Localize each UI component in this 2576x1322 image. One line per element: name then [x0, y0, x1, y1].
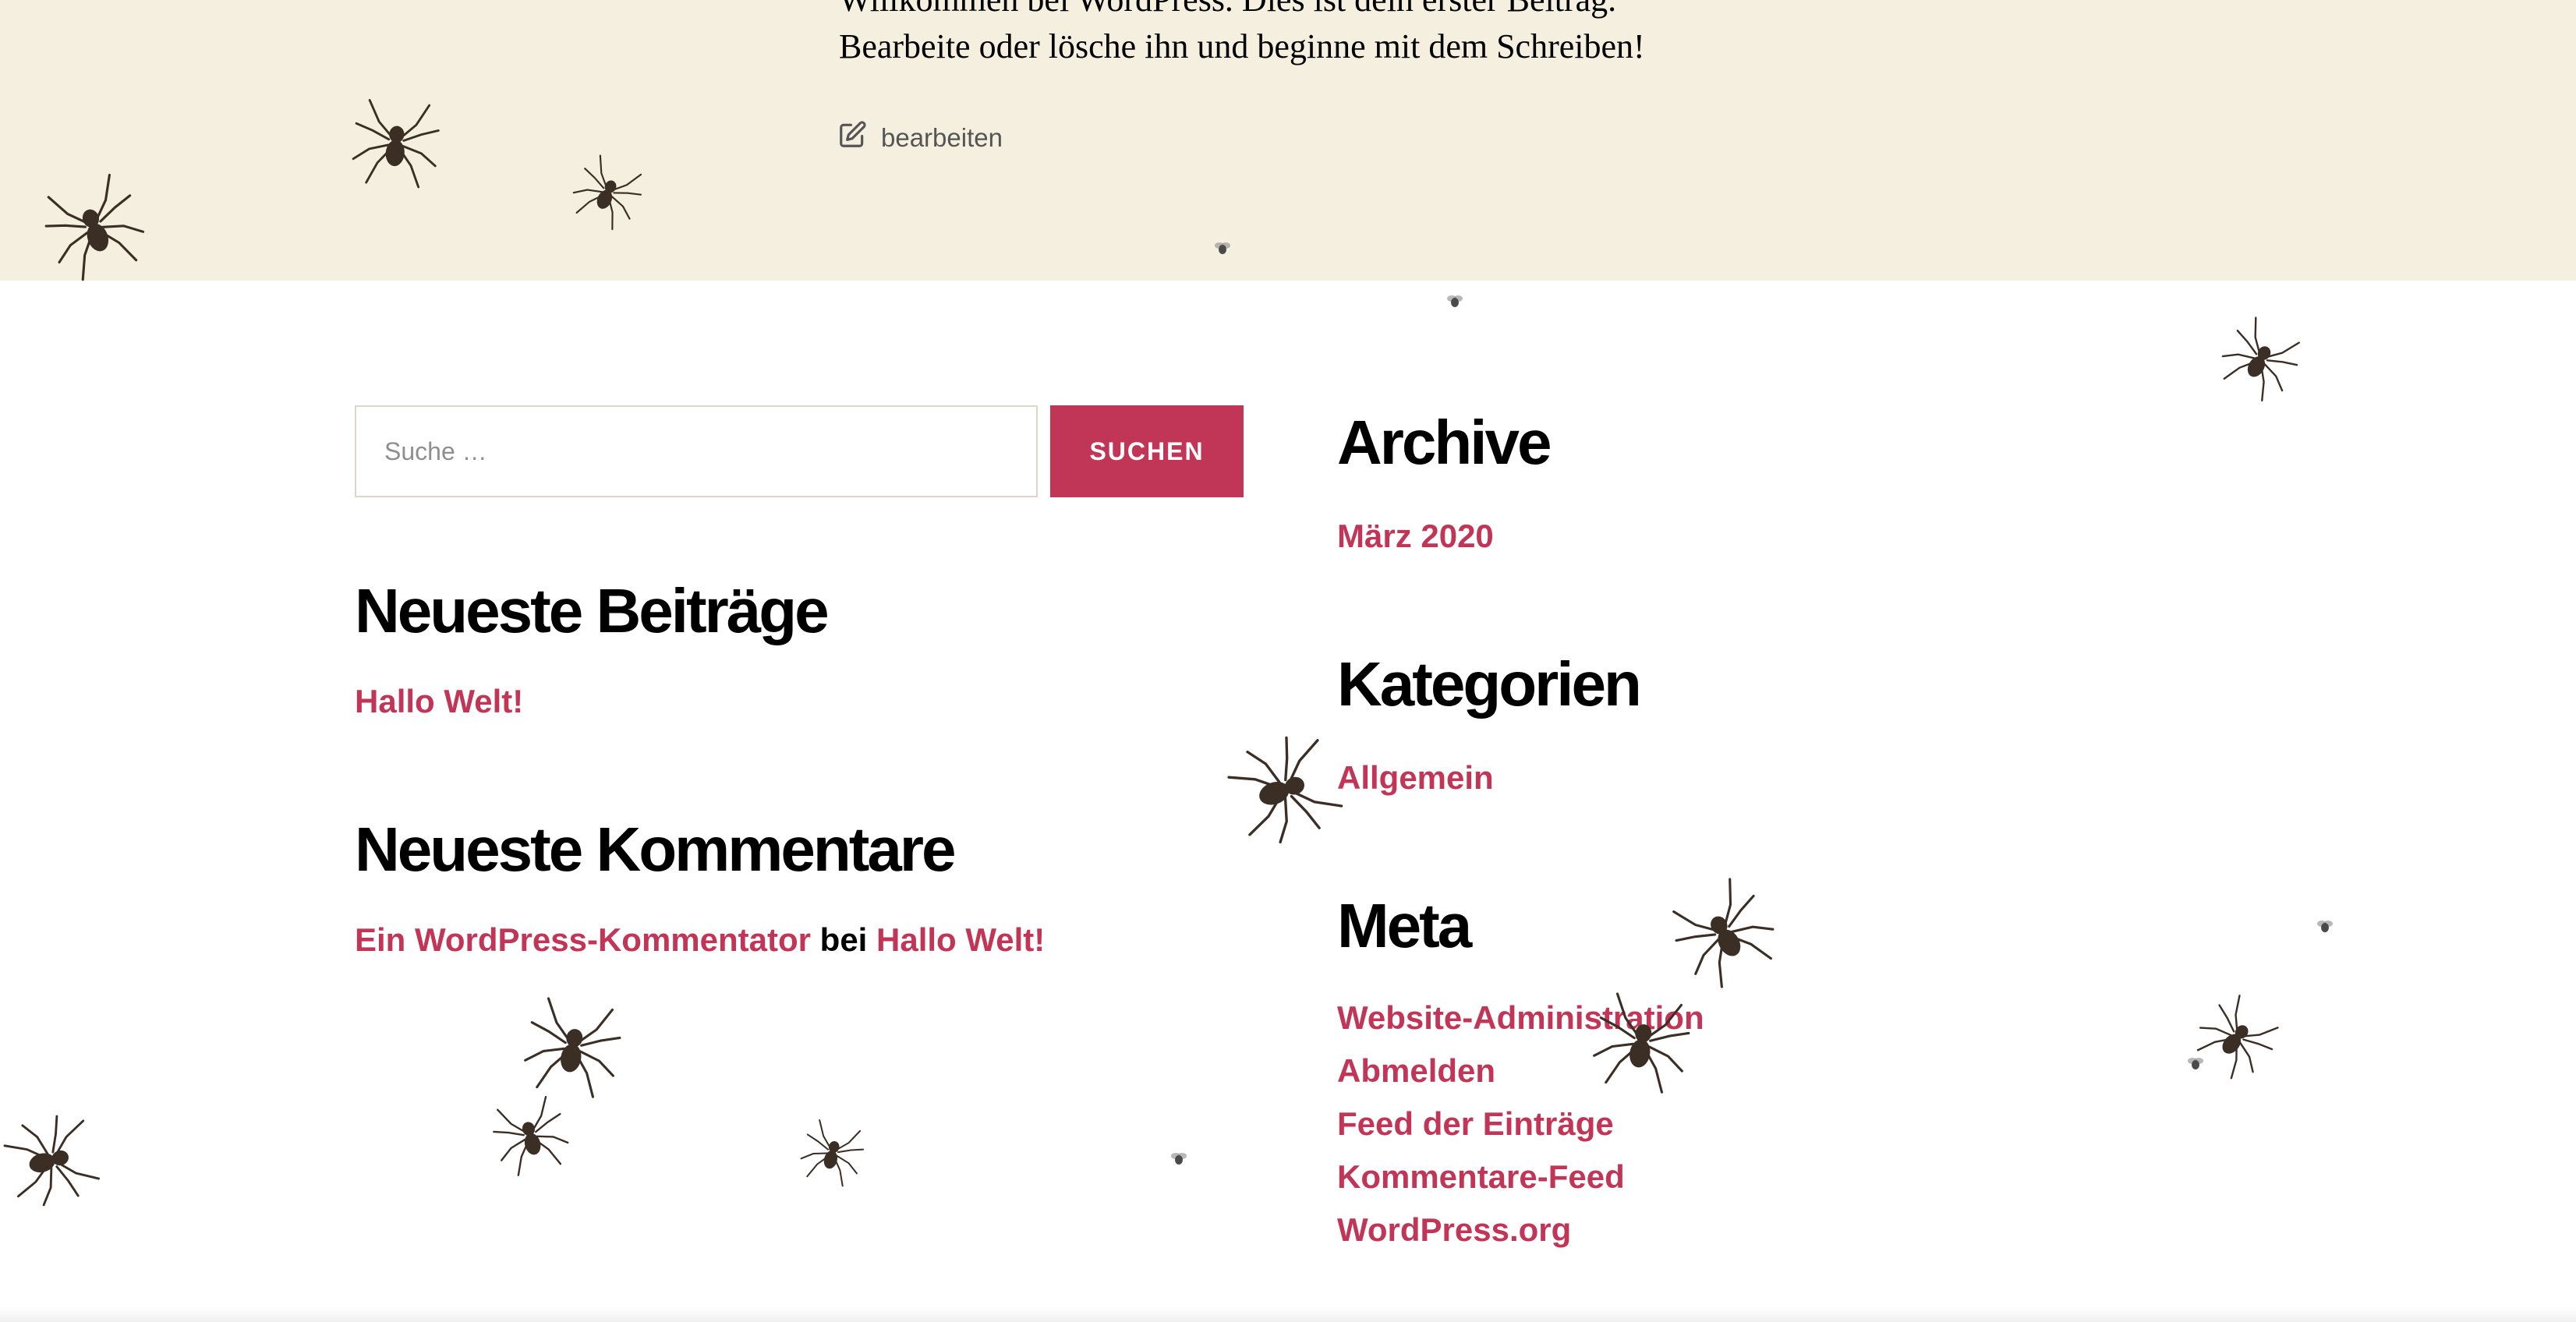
recent-post-link[interactable]: Hallo Welt! [355, 675, 1244, 728]
meta-link-entries-feed[interactable]: Feed der Einträge [1337, 1098, 2195, 1151]
archive-link[interactable]: März 2020 [1337, 510, 2195, 563]
fly-icon [1445, 293, 1464, 309]
fly-icon [2316, 918, 2334, 934]
search-form: SUCHEN [355, 405, 1244, 497]
search-button[interactable]: SUCHEN [1050, 405, 1244, 497]
widget-column-left: SUCHEN Neueste Beiträge Hallo Welt! Neue… [355, 405, 1244, 967]
comment-author-link[interactable]: Ein WordPress-Kommentator [355, 921, 811, 958]
bottom-shade [0, 1306, 2576, 1322]
spider-icon [515, 988, 632, 1105]
edit-post-link[interactable]: bearbeiten [837, 120, 1003, 156]
meta-link-wordpress-org[interactable]: WordPress.org [1337, 1204, 2195, 1257]
page: Willkommen bei WordPress. Dies ist dein … [0, 0, 2576, 1322]
post-content-area: Willkommen bei WordPress. Dies ist dein … [0, 0, 2576, 281]
comment-post-link[interactable]: Hallo Welt! [876, 921, 1045, 958]
recent-posts-title: Neueste Beiträge [355, 576, 830, 645]
edit-post-label: bearbeiten [881, 123, 1003, 152]
spider-icon [0, 1103, 110, 1218]
recent-comments-title: Neueste Kommentare [355, 815, 957, 884]
widget-column-right: Archive März 2020 Kategorien Allgemein M… [1337, 405, 2195, 1257]
meta-list: Website-Administration Abmelden Feed der… [1337, 991, 2195, 1257]
meta-title: Meta [1337, 891, 1472, 960]
spider-icon [483, 1087, 578, 1182]
edit-pencil-icon [837, 120, 867, 156]
meta-link-admin[interactable]: Website-Administration [1337, 991, 2195, 1045]
spider-icon [793, 1112, 873, 1193]
categories-title: Kategorien [1337, 649, 1642, 719]
category-link[interactable]: Allgemein [1337, 751, 2195, 804]
meta-link-logout[interactable]: Abmelden [1337, 1045, 2195, 1098]
archive-title: Archive [1337, 408, 1552, 477]
comment-connector: bei [819, 921, 868, 958]
post-text-line-1: Willkommen bei WordPress. Dies ist dein … [839, 0, 1616, 23]
spider-icon [2183, 982, 2293, 1092]
search-input[interactable] [355, 405, 1038, 497]
fly-icon [1169, 1151, 1188, 1166]
recent-comment-item: Ein WordPress-Kommentator bei Hallo Welt… [355, 914, 1244, 967]
post-text-line-2: Bearbeite oder lösche ihn und beginne mi… [839, 27, 1645, 65]
spider-icon [2208, 306, 2315, 412]
meta-link-comments-feed[interactable]: Kommentare-Feed [1337, 1151, 2195, 1204]
